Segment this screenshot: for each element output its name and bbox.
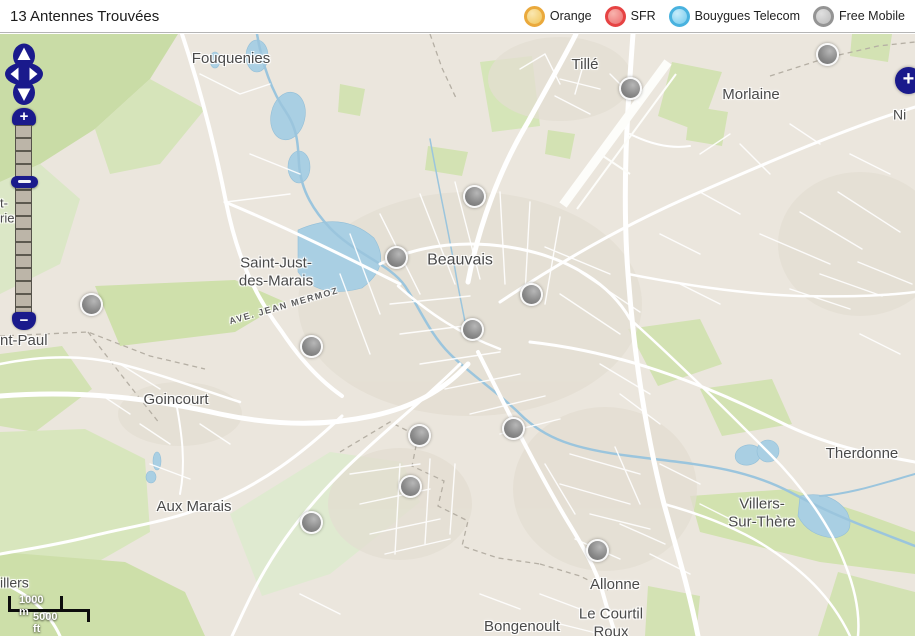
antenna-marker[interactable] <box>520 283 543 306</box>
legend-item-label: Bouygues Telecom <box>695 9 800 23</box>
pan-control[interactable] <box>4 43 44 106</box>
legend-item[interactable]: Orange <box>524 6 592 27</box>
legend: Orange SFR Bouygues Telecom Free Mobile <box>524 6 905 27</box>
legend-item-label: SFR <box>631 9 656 23</box>
header: 13 Antennes Trouvées Orange SFR Bouygues… <box>0 0 915 33</box>
zoom-handle[interactable] <box>11 176 38 188</box>
antenna-marker[interactable] <box>816 43 839 66</box>
map-tiles <box>0 34 915 636</box>
pan-rosette-icon <box>4 43 44 106</box>
legend-item[interactable]: Bouygues Telecom <box>669 6 800 27</box>
antenna-marker[interactable] <box>461 318 484 341</box>
antenna-marker[interactable] <box>502 417 525 440</box>
map-canvas[interactable]: FouqueniesTilléMorlaineNiSaint-Just-des-… <box>0 34 915 636</box>
page-title: 13 Antennes Trouvées <box>10 8 159 25</box>
antenna-marker[interactable] <box>408 424 431 447</box>
expand-plus-button[interactable]: + <box>895 67 915 94</box>
antenna-marker[interactable] <box>399 475 422 498</box>
operator-dot-icon <box>605 6 626 27</box>
operator-dot-icon <box>813 6 834 27</box>
antenna-marker[interactable] <box>300 335 323 358</box>
operator-dot-icon <box>669 6 690 27</box>
zoom-slider: + − <box>11 108 38 331</box>
legend-item-label: Free Mobile <box>839 9 905 23</box>
zoom-track[interactable] <box>15 125 32 313</box>
antenna-marker[interactable] <box>463 185 486 208</box>
zoom-in-button[interactable]: + <box>12 108 36 126</box>
operator-dot-icon <box>524 6 545 27</box>
antenna-marker[interactable] <box>385 246 408 269</box>
zoom-out-button[interactable]: − <box>12 312 36 330</box>
antenna-marker[interactable] <box>619 77 642 100</box>
legend-item-label: Orange <box>550 9 592 23</box>
antenna-marker[interactable] <box>300 511 323 534</box>
legend-item[interactable]: Free Mobile <box>813 6 905 27</box>
antenna-marker[interactable] <box>80 293 103 316</box>
legend-item[interactable]: SFR <box>605 6 656 27</box>
antenna-marker[interactable] <box>586 539 609 562</box>
